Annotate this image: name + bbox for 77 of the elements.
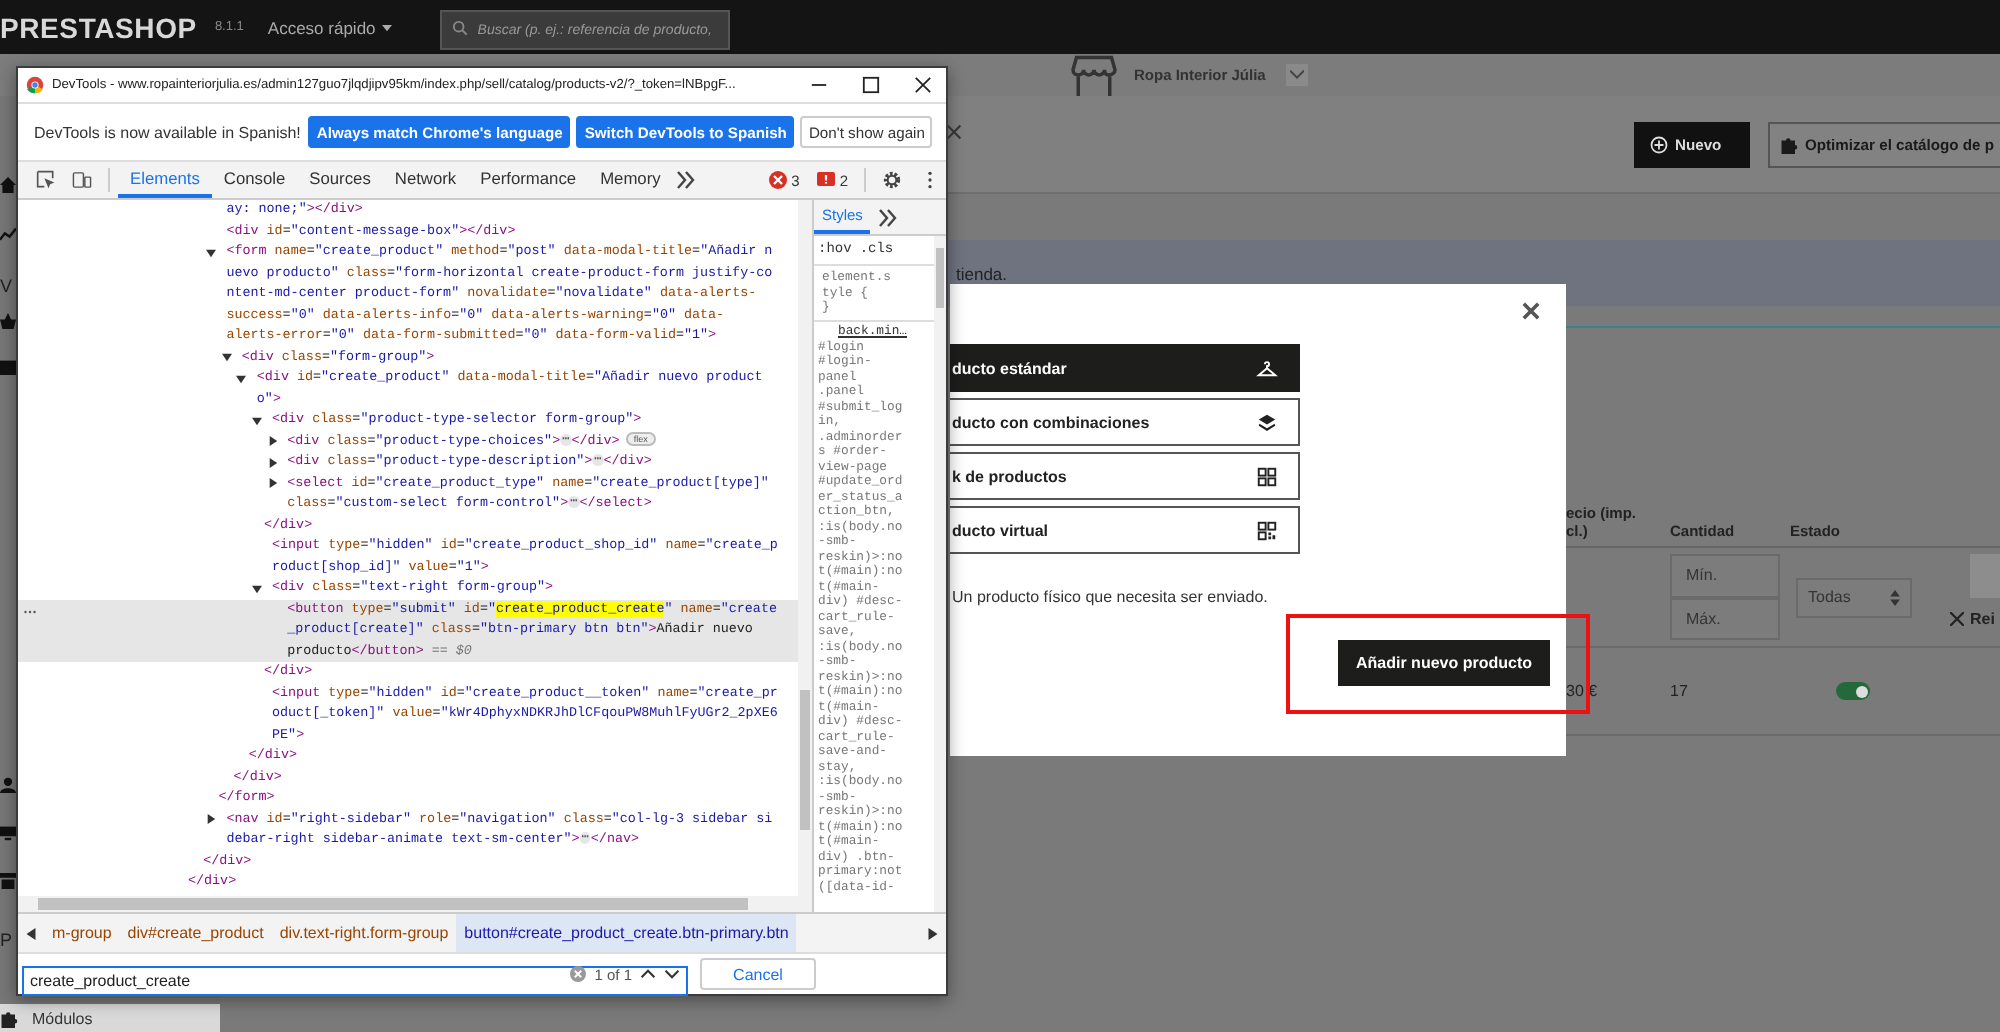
banner-text: tienda. [956,263,1008,283]
monitor-icon[interactable] [0,824,16,842]
collapse-triangle-icon[interactable] [252,583,262,594]
product-type-option[interactable]: ducto con combinaciones [950,398,1300,446]
chevron-down-icon [1289,70,1304,80]
settings-icon[interactable] [882,170,902,190]
line-chart-icon[interactable] [0,226,16,244]
close-icon [1950,612,1964,626]
plus-circle-icon [1650,135,1669,153]
basket-icon[interactable] [0,312,16,330]
more-tabs-icon[interactable] [676,170,697,190]
logo[interactable]: PRESTASHOP [0,11,197,43]
person-icon[interactable] [0,776,16,794]
device-toolbar-icon[interactable] [72,170,92,190]
store-icon [1070,54,1118,96]
sort-arrows-icon [1890,589,1900,605]
error-icon[interactable] [767,170,788,190]
caret-icon [381,23,392,31]
devtools-tab[interactable]: Sources [297,162,383,198]
quick-access-menu[interactable]: Acceso rápido [267,17,392,37]
issue-icon[interactable] [815,170,836,190]
store-icon[interactable] [0,872,16,890]
expand-triangle-icon[interactable] [267,457,278,468]
scroll-left-icon[interactable] [26,927,36,939]
inspect-element-icon[interactable] [36,170,56,190]
hanger-icon [1256,357,1278,379]
qr-code-icon [1256,519,1278,541]
collapse-triangle-icon[interactable] [236,373,247,384]
product-type-option[interactable]: ducto virtual [950,506,1300,554]
devtools-tab[interactable]: Elements [118,162,212,198]
expand-triangle-icon[interactable] [267,436,278,447]
puzzle-icon [0,1009,18,1027]
house-icon[interactable] [0,176,16,194]
collapse-triangle-icon[interactable] [252,415,262,426]
puzzle-icon [1780,135,1799,153]
vertical-scrollbar[interactable] [934,236,946,912]
product-type-option[interactable]: ducto estándar [950,344,1300,392]
grid-icon [1256,465,1278,487]
chevron-up-icon[interactable] [640,968,656,980]
shop-dropdown-button[interactable] [1285,64,1308,86]
product-type-description: Un producto físico que necesita ser enviado. [952,588,1270,606]
layers-icon [1256,411,1278,433]
breadcrumb-item[interactable]: m-group [44,914,120,952]
box-icon[interactable] [0,358,16,376]
close-icon[interactable] [1522,302,1542,322]
modules-label: Módulos [32,1009,93,1027]
clear-icon[interactable] [570,966,587,982]
expand-triangle-icon[interactable] [267,478,278,489]
collapse-triangle-icon[interactable] [221,352,232,363]
devtools-tab[interactable]: Memory [588,162,673,198]
more-options-icon[interactable] [926,170,934,190]
status-toggle[interactable] [1836,682,1870,700]
product-type-option[interactable]: k de productos [950,452,1300,500]
reset-filter-link[interactable]: Rei [1950,610,2000,628]
collapse-triangle-icon[interactable] [206,247,217,258]
cancel-button[interactable]: Cancel [700,958,816,990]
scroll-right-icon[interactable] [928,927,938,939]
devtools-tab[interactable]: Console [211,162,298,198]
vertical-scrollbar[interactable] [798,200,812,896]
browser-logo-icon [26,76,44,94]
max-quantity-field[interactable]: Máx. [1670,597,1780,640]
breadcrumb-item[interactable]: div#create_product [119,914,272,952]
horizontal-scrollbar[interactable] [18,896,812,912]
search-icon [451,19,468,35]
breadcrumb-item[interactable]: button#create_product_create.btn-primary.btn [456,914,797,952]
quantity-cell: 17 [1670,648,1790,736]
chevron-down-icon[interactable] [664,968,680,980]
expand-triangle-icon[interactable] [206,814,217,825]
devtools-tab[interactable]: Network [382,162,469,198]
min-quantity-field[interactable]: Mín. [1670,554,1780,597]
add-new-product-button[interactable]: Añadir nuevo producto [1338,640,1550,686]
breadcrumb-item[interactable]: div.text-right.form-group [271,914,457,952]
more-tabs-icon[interactable] [878,207,899,227]
modules-menu-item[interactable]: Módulos [0,1004,220,1032]
close-icon[interactable] [946,120,963,144]
devtools-tab[interactable]: Performance [468,162,589,198]
infobar-message: DevTools is now available in Spanish! [34,123,301,141]
